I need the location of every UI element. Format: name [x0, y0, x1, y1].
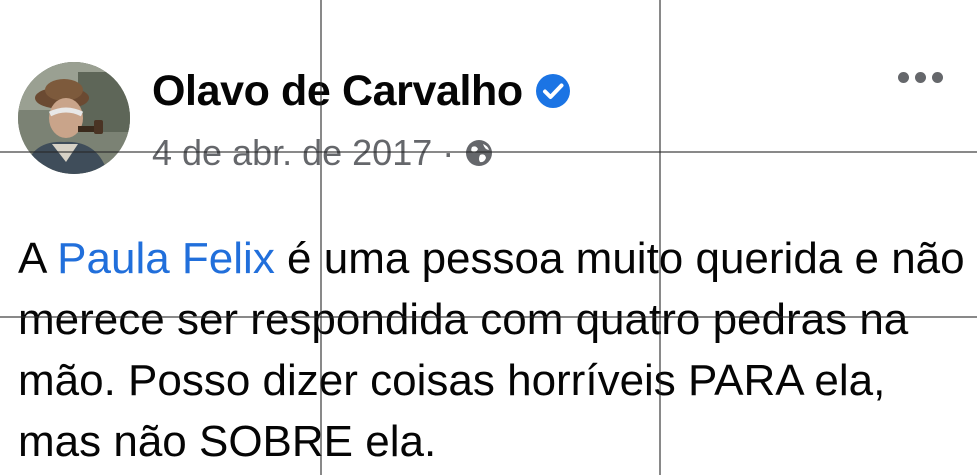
post-meta: 4 de abr. de 2017 · [152, 130, 494, 176]
more-options-icon [898, 72, 909, 83]
mention-link[interactable]: Paula Felix [57, 234, 275, 283]
post-date[interactable]: 4 de abr. de 2017 [152, 130, 432, 176]
meta-separator: · [442, 132, 455, 173]
more-options-icon [915, 72, 926, 83]
author-row: Olavo de Carvalho [152, 64, 571, 118]
post-text: A Paula Felix é uma pessoa muito querida… [18, 228, 968, 472]
avatar[interactable] [18, 62, 130, 174]
verified-badge-icon [535, 74, 570, 108]
globe-icon [466, 140, 493, 166]
more-options-button[interactable] [898, 72, 943, 83]
facebook-post: Olavo de Carvalho 4 de abr. de 2017 · A … [0, 0, 977, 475]
post-text-start: A [18, 234, 58, 283]
author-name[interactable]: Olavo de Carvalho [152, 64, 523, 118]
avatar-photo [18, 62, 130, 174]
more-options-icon [932, 72, 943, 83]
